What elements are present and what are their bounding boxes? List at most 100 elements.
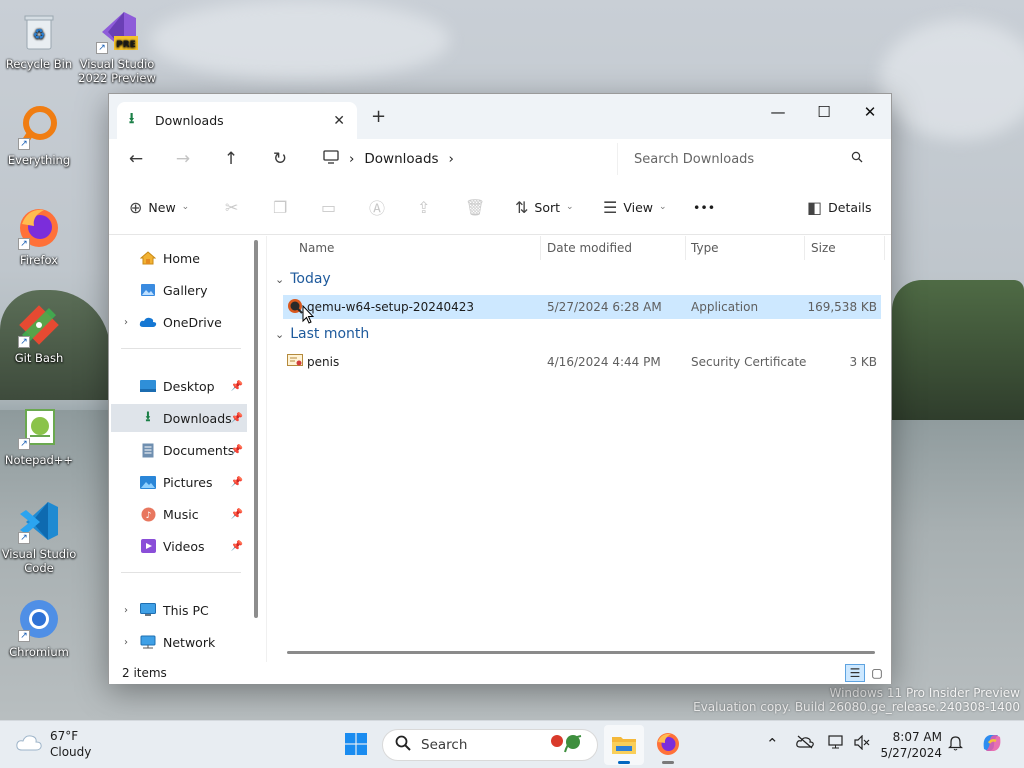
chevron-right-icon[interactable]: › [119,317,133,328]
file-row[interactable]: qemu-w64-setup-20240423 5/27/2024 6:28 A… [283,295,881,319]
sidebar-item-videos[interactable]: Videos 📌 [111,532,247,560]
sidebar-scrollbar[interactable] [254,240,258,618]
group-header-last-month[interactable]: ⌄ Last month [275,323,369,345]
desktop-icon-recycle-bin[interactable]: ♻ Recycle Bin [0,8,78,71]
pin-icon[interactable]: 📌 [231,541,243,552]
new-tab-button[interactable]: + [371,106,386,127]
forward-button[interactable]: → [168,145,198,173]
chevron-right-icon[interactable]: › [119,605,133,616]
close-window-button[interactable]: ✕ [847,98,893,126]
sidebar-item-home[interactable]: Home [111,244,247,272]
sidebar-item-network[interactable]: › Network [111,628,247,656]
volume-muted-icon[interactable] [854,734,871,754]
navigation-pane: Home Gallery › OneDrive Desktop 📌 ⭳ Down… [109,236,265,662]
copilot-icon[interactable] [980,731,1004,759]
desktop-icon-firefox[interactable]: ↗ Firefox [0,204,78,267]
breadcrumb-separator[interactable]: › [449,151,454,167]
desktop-icon-visual-studio[interactable]: PRE ↗ Visual Studio 2022 Preview [78,8,156,85]
back-button[interactable]: ← [121,145,151,173]
file-name[interactable]: qemu-w64-setup-20240423 [307,300,474,314]
new-button[interactable]: ⊕ New ⌄ [129,192,189,222]
chromium-icon: ↗ [16,596,62,642]
desktop-icon-notepad-plus-plus[interactable]: ↗ Notepad++ [0,404,78,467]
maximize-button[interactable]: ☐ [801,98,847,126]
sidebar-item-downloads[interactable]: ⭳ Downloads 📌 [111,404,247,432]
desktop-icon-git-bash[interactable]: ↗ Git Bash [0,302,78,365]
sidebar-item-documents[interactable]: Documents 📌 [111,436,247,464]
copy-button[interactable]: ❐ [273,192,287,222]
delete-button[interactable]: 🗑 [465,192,485,222]
sidebar-item-gallery[interactable]: Gallery [111,276,247,304]
rename-button[interactable]: Ⓐ [369,192,385,222]
taskbar-search[interactable]: Search [382,729,598,761]
column-header-name[interactable]: Name [299,236,539,260]
home-icon [139,250,157,266]
sidebar-item-label: Gallery [163,282,208,298]
pin-icon[interactable]: 📌 [231,509,243,520]
certificate-icon [287,354,303,371]
column-header-type[interactable]: Type [691,236,801,260]
pin-icon[interactable]: 📌 [231,477,243,488]
sidebar-item-pictures[interactable]: Pictures 📌 [111,468,247,496]
taskbar-file-explorer[interactable] [604,725,644,765]
details-pane-button[interactable]: ◧ Details [807,192,871,222]
horizontal-scrollbar[interactable] [287,651,875,654]
see-more-button[interactable]: ••• [693,192,715,222]
start-button[interactable] [336,725,376,765]
system-clock[interactable]: 8:07 AM 5/27/2024 [880,729,942,761]
column-header-date-modified[interactable]: Date modified [547,236,687,260]
download-arrow-icon: ⭳ [129,109,135,127]
close-tab-icon[interactable]: ✕ [333,113,345,129]
pin-icon[interactable]: 📌 [231,381,243,392]
breadcrumb-downloads[interactable]: Downloads [364,151,438,167]
details-view-toggle[interactable]: ☰ [845,664,865,682]
search-input[interactable] [634,151,851,167]
watermark-line-edition: Windows 11 Pro Insider Preview [829,686,1020,700]
chevron-up-icon[interactable]: ⌃ [766,735,779,753]
desktop-icon-label: Chromium [9,645,69,659]
desktop-icon-everything[interactable]: ↗ Everything [0,104,78,167]
sidebar-item-this-pc[interactable]: › This PC [111,596,247,624]
notification-bell-icon[interactable] [948,735,963,755]
sidebar-item-desktop[interactable]: Desktop 📌 [111,372,247,400]
sort-button[interactable]: ⇅ Sort ⌄ [515,192,574,222]
file-type: Security Certificate [691,355,807,369]
breadcrumb-separator[interactable]: › [349,151,354,167]
onedrive-offline-icon[interactable] [796,735,814,753]
chevron-down-icon: ⌄ [659,202,667,212]
sidebar-item-label: Pictures [163,474,213,490]
videos-icon [139,538,157,554]
column-header-size[interactable]: Size [811,236,881,260]
up-button[interactable]: ↑ [216,145,246,173]
sidebar-item-music[interactable]: ♪ Music 📌 [111,500,247,528]
tab-downloads[interactable]: ⭳ Downloads ✕ [117,102,357,139]
file-name[interactable]: penis [307,355,339,369]
view-button[interactable]: ☰ View ⌄ [603,192,667,222]
search-box[interactable] [617,143,877,175]
column-divider[interactable] [685,236,686,260]
desktop-icon-vscode[interactable]: ↗ Visual Studio Code [0,498,78,575]
chevron-right-icon[interactable]: › [119,637,133,648]
weather-widget[interactable]: 67°F Cloudy [16,728,91,760]
share-button[interactable]: ⇪ [417,192,430,222]
network-status-icon[interactable] [828,735,845,754]
paste-button[interactable]: ▭ [321,192,336,222]
sidebar-item-onedrive[interactable]: › OneDrive [111,308,247,336]
group-header-today[interactable]: ⌄ Today [275,268,331,290]
wallpaper-cloud [880,20,1024,140]
pin-icon[interactable]: 📌 [231,445,243,456]
large-icons-view-toggle[interactable]: ▢ [867,664,887,682]
pin-icon[interactable]: 📌 [231,413,243,424]
column-divider[interactable] [540,236,541,260]
file-row[interactable]: penis 4/16/2024 4:44 PM Security Certifi… [283,350,881,374]
minimize-button[interactable]: — [755,98,801,126]
address-bar[interactable]: › Downloads › [313,143,607,175]
refresh-button[interactable]: ↻ [265,145,295,173]
desktop-icon-chromium[interactable]: ↗ Chromium [0,596,78,659]
taskbar-firefox[interactable] [648,725,688,765]
column-divider[interactable] [804,236,805,260]
cut-button[interactable]: ✂ [225,192,238,222]
column-divider[interactable] [884,236,885,260]
title-bar: ⭳ Downloads ✕ + — ☐ ✕ [109,94,891,139]
application-icon [287,298,303,317]
